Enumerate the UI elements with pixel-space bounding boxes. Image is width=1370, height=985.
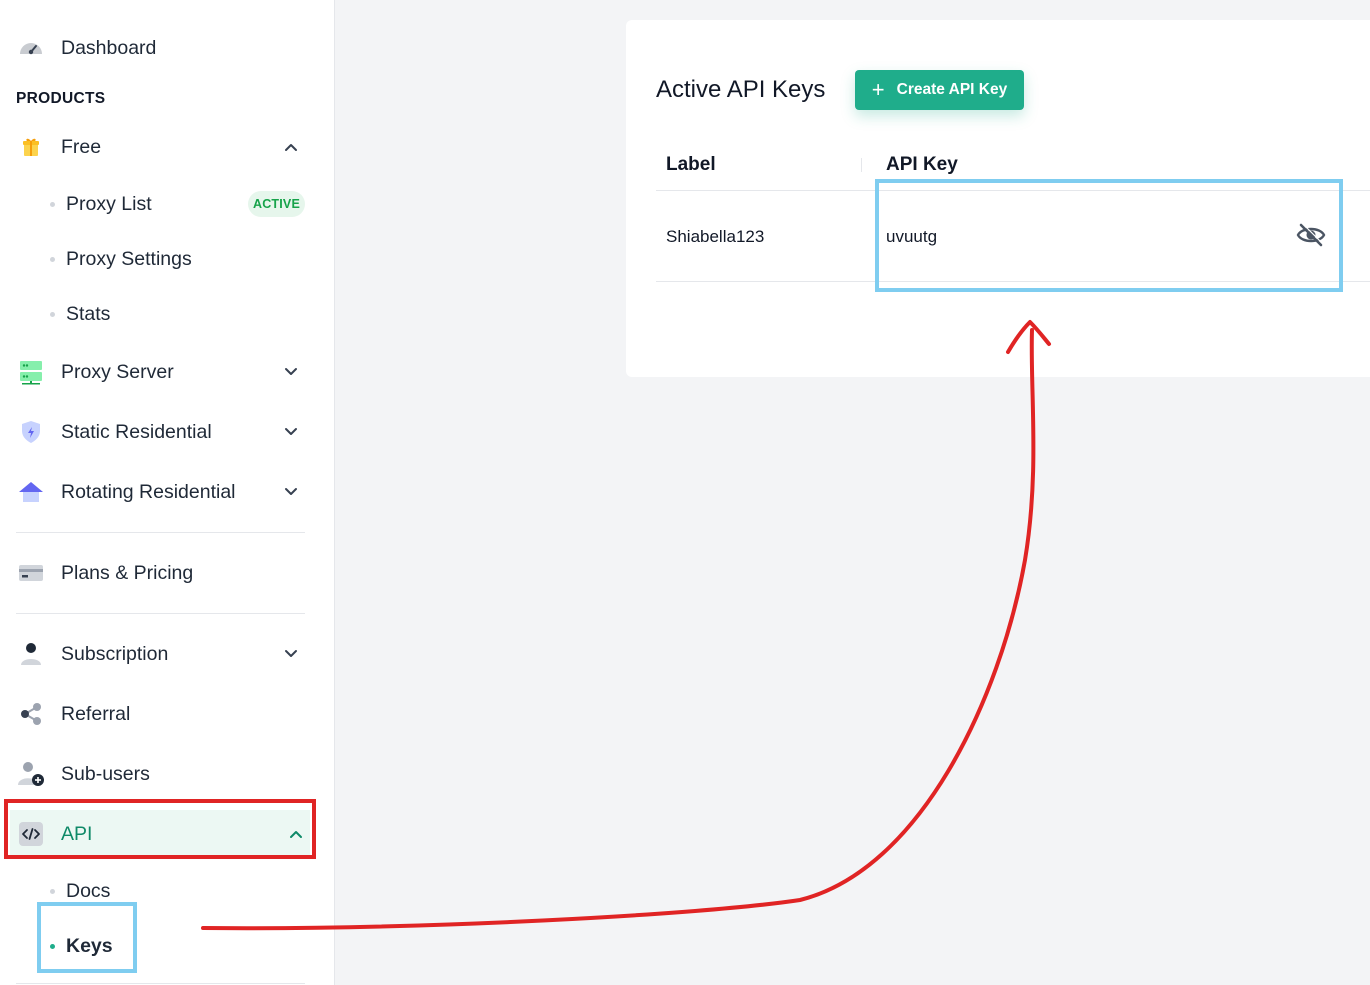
sidebar-item-label: Dashboard bbox=[61, 36, 157, 59]
sidebar-subitem-label: Proxy Settings bbox=[66, 247, 192, 270]
table-divider bbox=[656, 190, 1370, 191]
bullet-dot bbox=[50, 888, 55, 894]
sidebar-item-free[interactable]: Free bbox=[16, 127, 305, 167]
sidebar-subitem-label: Keys bbox=[66, 934, 113, 957]
table-divider bbox=[656, 281, 1370, 282]
gauge-icon bbox=[16, 33, 46, 63]
shield-icon bbox=[16, 417, 46, 447]
bullet-dot bbox=[50, 311, 55, 317]
sidebar-item-rotating-residential[interactable]: Rotating Residential bbox=[16, 472, 305, 512]
sidebar-item-dashboard[interactable]: Dashboard bbox=[16, 28, 305, 68]
sidebar-item-proxy-server[interactable]: Proxy Server bbox=[16, 352, 305, 392]
sidebar-subitem-stats[interactable]: Stats bbox=[50, 297, 110, 331]
sidebar-item-label: Rotating Residential bbox=[61, 480, 236, 503]
bullet-dot bbox=[50, 201, 55, 207]
chevron-down-icon[interactable] bbox=[281, 482, 301, 502]
plus-icon: + bbox=[871, 77, 885, 102]
row-label-cell: Shiabella123 bbox=[666, 227, 765, 246]
chevron-down-icon[interactable] bbox=[281, 362, 301, 382]
sidebar-item-label: Subscription bbox=[61, 642, 169, 665]
section-heading-products: PRODUCTS bbox=[16, 90, 106, 107]
sidebar-subitem-proxy-settings[interactable]: Proxy Settings bbox=[50, 242, 192, 276]
active-bullet-dot bbox=[50, 943, 55, 949]
credit-card-icon bbox=[16, 558, 46, 588]
user-icon bbox=[16, 639, 46, 669]
bullet-dot bbox=[50, 256, 55, 262]
sidebar-subitem-label: Proxy List bbox=[66, 192, 152, 215]
column-separator bbox=[861, 158, 862, 172]
house-icon bbox=[16, 477, 46, 507]
sidebar-item-label: Proxy Server bbox=[61, 360, 174, 383]
sidebar-subitem-docs[interactable]: Docs bbox=[50, 874, 110, 908]
column-header-label: Label bbox=[666, 154, 716, 175]
sidebar-divider bbox=[16, 613, 305, 614]
chevron-up-icon[interactable] bbox=[286, 824, 306, 844]
sidebar-item-referral[interactable]: Referral bbox=[16, 694, 305, 734]
sidebar-item-api[interactable]: API bbox=[10, 810, 310, 858]
eye-off-icon bbox=[1296, 223, 1326, 252]
sidebar-item-label: Plans & Pricing bbox=[61, 561, 194, 584]
gift-icon bbox=[16, 132, 46, 162]
sidebar-item-static-residential[interactable]: Static Residential bbox=[16, 412, 305, 452]
create-api-key-button[interactable]: + Create API Key bbox=[855, 70, 1024, 110]
chevron-down-icon[interactable] bbox=[281, 644, 301, 664]
sidebar-subitem-label: Docs bbox=[66, 879, 111, 902]
status-badge: ACTIVE bbox=[248, 191, 305, 217]
key-redaction bbox=[942, 224, 1260, 240]
sidebar-divider bbox=[16, 983, 305, 984]
api-keys-card: Active API Keys + Create API Key Label A… bbox=[626, 20, 1370, 377]
share-icon bbox=[16, 699, 46, 729]
add-user-icon bbox=[16, 759, 46, 789]
sidebar-subitem-label: Stats bbox=[66, 302, 111, 325]
code-icon bbox=[16, 819, 46, 849]
page-title: Active API Keys bbox=[656, 76, 826, 103]
sidebar-item-label: Free bbox=[61, 135, 102, 158]
sidebar-item-label: Sub-users bbox=[61, 762, 150, 785]
sidebar-item-plans-pricing[interactable]: Plans & Pricing bbox=[16, 553, 305, 593]
column-header-api-key: API Key bbox=[886, 154, 958, 175]
sidebar-subitem-proxy-list[interactable]: Proxy List bbox=[50, 187, 152, 221]
sidebar-divider bbox=[16, 532, 305, 533]
sidebar-item-subscription[interactable]: Subscription bbox=[16, 634, 305, 674]
chevron-down-icon[interactable] bbox=[281, 422, 301, 442]
server-icon bbox=[16, 357, 46, 387]
sidebar-item-label: API bbox=[61, 822, 93, 845]
button-label: Create API Key bbox=[896, 81, 1008, 98]
sidebar-item-label: Static Residential bbox=[61, 420, 212, 443]
chevron-up-icon[interactable] bbox=[281, 137, 301, 157]
sidebar-item-label: Referral bbox=[61, 702, 131, 725]
toggle-key-visibility-button[interactable] bbox=[1296, 222, 1326, 252]
sidebar: Dashboard PRODUCTS Free Proxy List ACTIV… bbox=[0, 0, 335, 985]
sidebar-subitem-keys[interactable]: Keys bbox=[50, 929, 113, 963]
sidebar-item-sub-users[interactable]: Sub-users bbox=[16, 754, 305, 794]
